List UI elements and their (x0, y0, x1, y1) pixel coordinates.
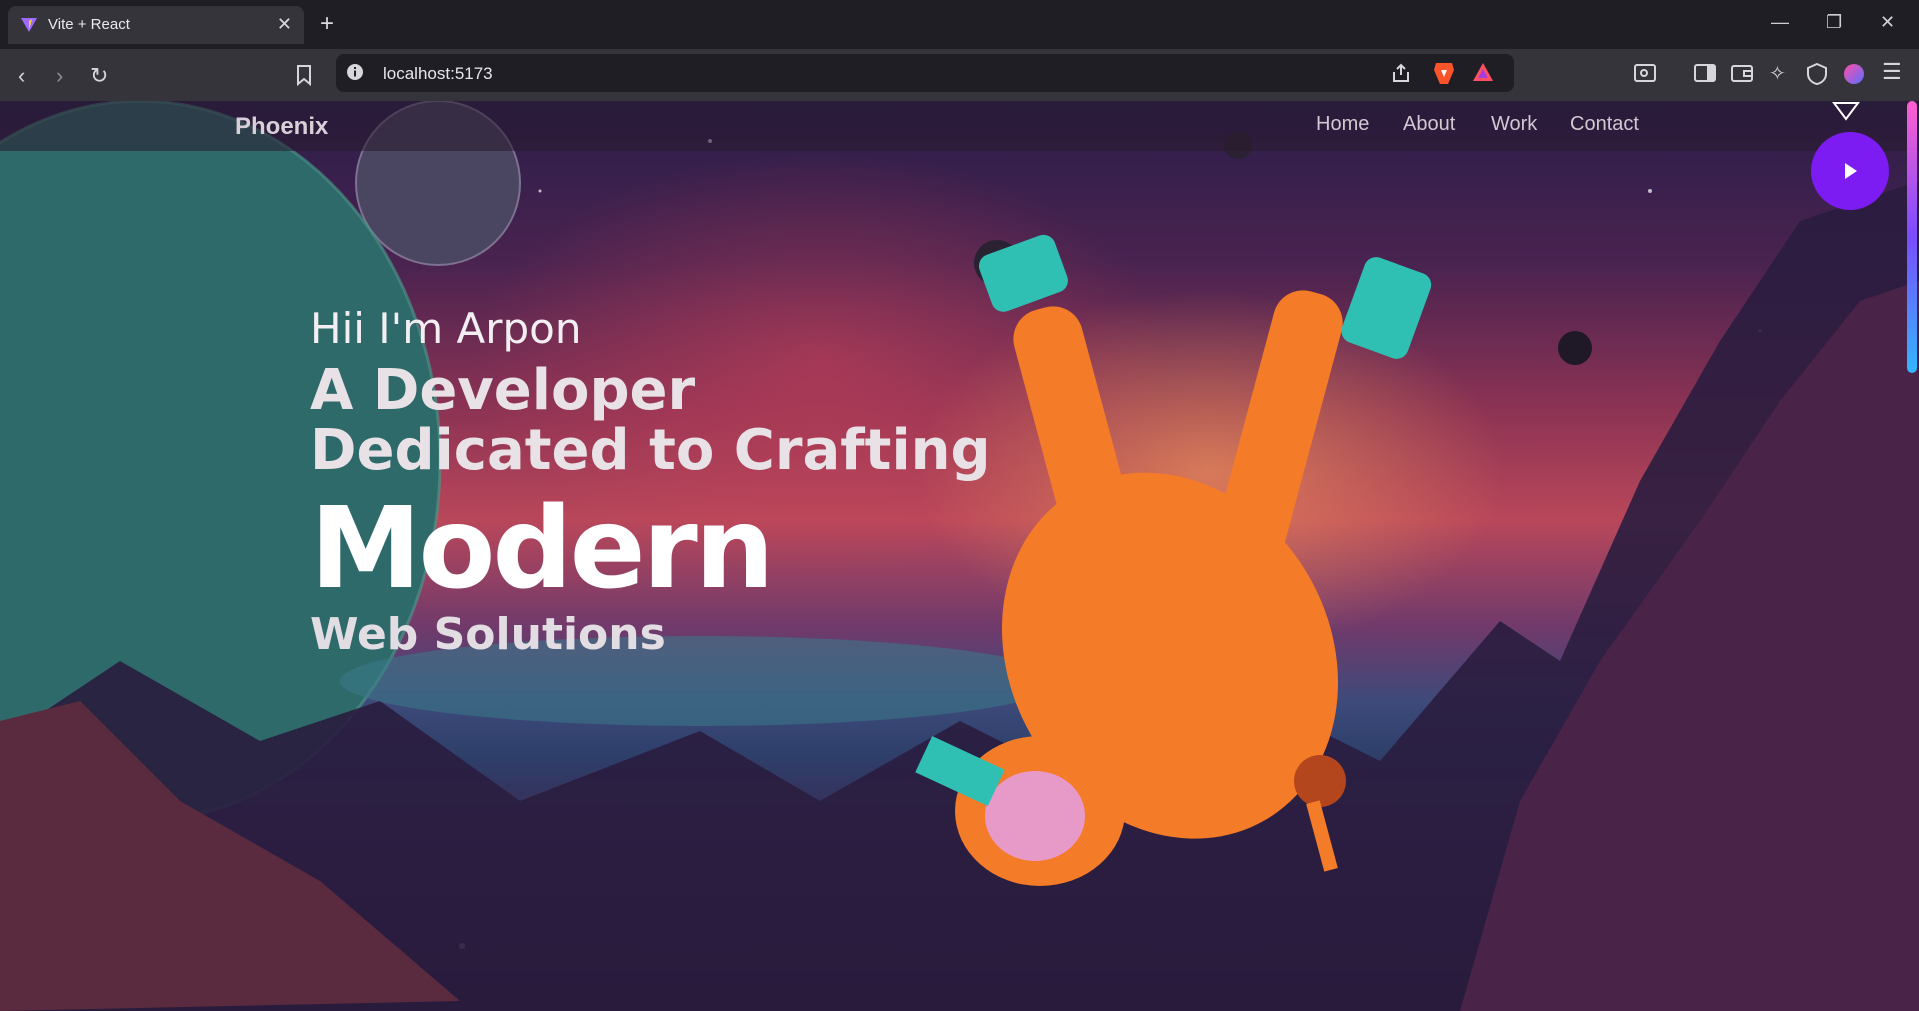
leo-icon[interactable]: ✧ (1769, 61, 1786, 86)
wallet-icon[interactable] (1731, 63, 1753, 83)
vite-favicon (21, 18, 37, 32)
brave-shields-icon[interactable] (1432, 60, 1456, 86)
plus-icon[interactable]: + (320, 10, 334, 38)
play-button[interactable] (1811, 132, 1889, 210)
info-icon[interactable] (346, 63, 364, 81)
close-icon[interactable]: ✕ (277, 14, 292, 35)
hero-line-modern: Modern (310, 484, 774, 614)
play-icon (1845, 163, 1857, 179)
browser-tab[interactable]: Vite + React ✕ (8, 6, 304, 44)
tab-title: Vite + React (48, 16, 130, 33)
address-bar[interactable]: localhost:5173 (336, 54, 1514, 92)
hero-line-developer: A Developer (310, 358, 696, 423)
back-icon[interactable]: ‹ (18, 63, 25, 89)
reload-icon[interactable]: ↻ (90, 63, 108, 89)
hero-line-web-solutions: Web Solutions (310, 609, 666, 660)
bookmark-icon[interactable] (296, 64, 312, 86)
profile-icon[interactable] (1843, 63, 1865, 85)
hero-greeting: Hii I'm Arpon (310, 304, 582, 353)
share-icon[interactable] (1390, 62, 1412, 84)
restore-icon[interactable]: ❐ (1826, 12, 1842, 33)
site-logo[interactable]: Phoenix (235, 113, 328, 141)
hero-line-crafting: Dedicated to Crafting (310, 418, 991, 483)
browser-tab-strip: Vite + React ✕ + — ❐ ✕ (0, 0, 1919, 49)
minimize-icon[interactable]: — (1771, 12, 1789, 33)
sidebar-icon[interactable] (1694, 63, 1716, 83)
cursor-icon (1832, 102, 1860, 121)
menu-icon[interactable]: ☰ (1882, 59, 1902, 85)
background-illustration (0, 101, 1919, 1011)
reader-icon[interactable] (1634, 63, 1656, 83)
window-close-icon[interactable]: ✕ (1880, 12, 1895, 33)
scrollbar-thumb[interactable] (1907, 101, 1917, 373)
nav-about[interactable]: About (1403, 113, 1455, 136)
nav-work[interactable]: Work (1491, 113, 1537, 136)
site-navbar: Phoenix Home About Work Contact (0, 101, 1919, 151)
nav-home[interactable]: Home (1316, 113, 1369, 136)
vpn-icon[interactable] (1807, 63, 1827, 85)
nav-contact[interactable]: Contact (1570, 113, 1639, 136)
page-viewport: Phoenix Home About Work Contact Hii I'm … (0, 101, 1919, 1011)
forward-icon[interactable]: › (56, 63, 63, 89)
url-text: localhost:5173 (383, 64, 493, 83)
brave-rewards-icon[interactable] (1472, 62, 1494, 82)
browser-toolbar: ‹ › ↻ localhost:5173 ✧ ☰ (0, 49, 1919, 101)
